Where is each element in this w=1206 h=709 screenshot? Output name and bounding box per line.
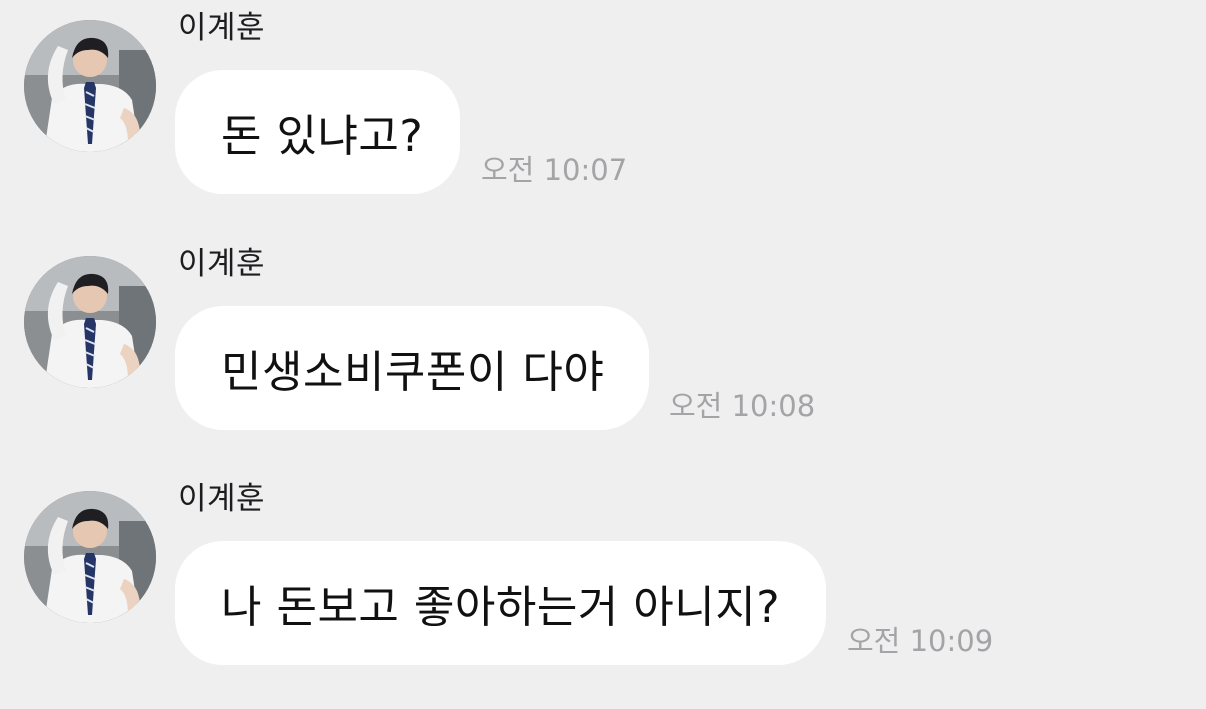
chat-message: 이계훈 나 돈보고 좋아하는거 아니지? 오전 10:09 — [0, 471, 1206, 671]
chat-message: 이계훈 돈 있냐고? 오전 10:07 — [0, 0, 1206, 200]
sender-name: 이계훈 — [178, 246, 266, 282]
message-bubble[interactable]: 민생소비쿠폰이 다야 — [175, 306, 649, 430]
sender-name: 이계훈 — [178, 10, 266, 46]
message-bubble[interactable]: 나 돈보고 좋아하는거 아니지? — [175, 541, 826, 665]
profile-photo-icon — [24, 20, 156, 152]
message-timestamp: 오전 10:09 — [847, 624, 994, 658]
avatar[interactable] — [24, 20, 156, 152]
message-bubble[interactable]: 돈 있냐고? — [175, 70, 460, 194]
message-text: 민생소비쿠폰이 다야 — [221, 347, 605, 398]
sender-name: 이계훈 — [178, 481, 266, 517]
message-text: 나 돈보고 좋아하는거 아니지? — [221, 582, 781, 633]
avatar[interactable] — [24, 256, 156, 388]
message-timestamp: 오전 10:08 — [669, 389, 816, 423]
profile-photo-icon — [24, 256, 156, 388]
message-text: 돈 있냐고? — [221, 111, 424, 162]
message-timestamp: 오전 10:07 — [481, 153, 628, 187]
avatar[interactable] — [24, 491, 156, 623]
chat-message: 이계훈 민생소비쿠폰이 다야 오전 10:08 — [0, 236, 1206, 436]
profile-photo-icon — [24, 491, 156, 623]
